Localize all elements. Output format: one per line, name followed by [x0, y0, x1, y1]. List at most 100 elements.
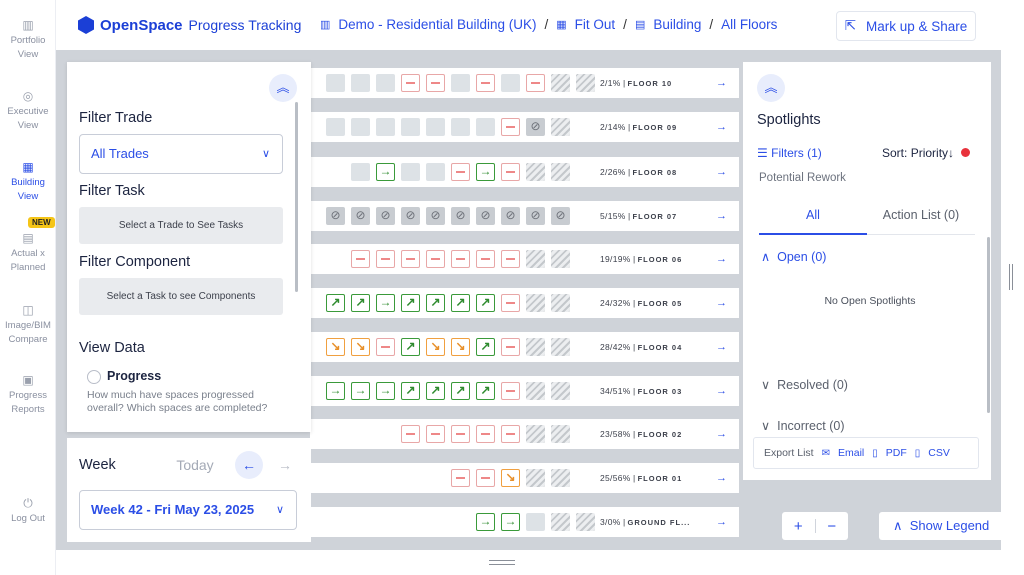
progress-cell[interactable]	[401, 207, 420, 225]
open-floor-arrow-icon[interactable]: →	[716, 201, 727, 231]
progress-cell[interactable]	[426, 250, 445, 268]
zoom-out-button[interactable]: −	[816, 518, 849, 535]
progress-cell[interactable]: ↗	[426, 294, 445, 312]
progress-cell[interactable]	[451, 74, 470, 92]
open-floor-arrow-icon[interactable]: →	[716, 463, 727, 493]
open-floor-arrow-icon[interactable]: →	[716, 157, 727, 187]
progress-cell[interactable]	[451, 207, 470, 225]
export-email-link[interactable]: Email	[838, 447, 864, 459]
progress-cell[interactable]	[501, 425, 520, 443]
floor-row[interactable]: 2/1% | FLOOR 10 →	[310, 68, 739, 98]
progress-cell[interactable]	[501, 163, 520, 181]
progress-cell[interactable]	[451, 425, 470, 443]
progress-cell[interactable]	[551, 513, 570, 531]
progress-cell[interactable]	[526, 425, 545, 443]
progress-cell[interactable]	[326, 207, 345, 225]
floor-row[interactable]: ↘ 25/56% | FLOOR 01 →	[310, 463, 739, 493]
task-select[interactable]: Select a Trade to See Tasks	[79, 207, 283, 244]
progress-cell[interactable]: →	[376, 163, 395, 181]
progress-cell[interactable]: ↘	[326, 338, 345, 356]
progress-cell[interactable]: →	[326, 382, 345, 400]
progress-cell[interactable]	[526, 469, 545, 487]
floor-row[interactable]: → → → ↗ ↗ ↗ ↗ 34/51% | FLOOR 03 →	[310, 376, 739, 406]
progress-cell[interactable]	[501, 207, 520, 225]
progress-cell[interactable]: ↗	[326, 294, 345, 312]
progress-cell[interactable]	[351, 250, 370, 268]
floor-row[interactable]: ↘ ↘ ↗ ↘ ↘ ↗ 28/42% | FLOOR 04 →	[310, 332, 739, 362]
nav-image-bim-compare[interactable]: ◫ Image/BIM Compare	[0, 303, 56, 347]
progress-cell[interactable]	[501, 250, 520, 268]
progress-cell[interactable]	[451, 469, 470, 487]
progress-cell[interactable]: ↗	[401, 294, 420, 312]
mark-up-share-button[interactable]: ⇱ Mark up & Share	[836, 11, 976, 41]
progress-cell[interactable]	[376, 338, 395, 356]
progress-cell[interactable]	[426, 74, 445, 92]
progress-cell[interactable]	[551, 207, 570, 225]
progress-cell[interactable]	[426, 163, 445, 181]
next-week-button[interactable]: →	[271, 451, 299, 479]
progress-cell[interactable]: ↗	[476, 382, 495, 400]
progress-cell[interactable]	[501, 382, 520, 400]
progress-cell[interactable]: ↗	[401, 382, 420, 400]
progress-cell[interactable]	[551, 338, 570, 356]
progress-cell[interactable]	[526, 118, 545, 136]
progress-cell[interactable]: ↗	[451, 294, 470, 312]
progress-cell[interactable]	[501, 338, 520, 356]
progress-cell[interactable]	[551, 294, 570, 312]
progress-cell[interactable]	[376, 207, 395, 225]
progress-cell[interactable]: ↗	[351, 294, 370, 312]
zoom-in-button[interactable]: +	[782, 518, 815, 535]
progress-cell[interactable]: ↗	[451, 382, 470, 400]
progress-cell[interactable]	[476, 469, 495, 487]
today-button[interactable]: Today	[169, 451, 221, 479]
horizontal-resize-handle[interactable]	[489, 560, 515, 565]
progress-cell[interactable]	[526, 163, 545, 181]
collapse-spotlights-button[interactable]: ︽	[757, 74, 785, 102]
progress-cell[interactable]	[526, 513, 545, 531]
spotlights-scrollbar[interactable]	[987, 237, 990, 413]
progress-cell[interactable]	[401, 425, 420, 443]
progress-cell[interactable]	[576, 74, 595, 92]
spotlight-filters-button[interactable]: ☰ Filters (1)	[757, 146, 822, 160]
floor-row[interactable]: 5/15% | FLOOR 07 →	[310, 201, 739, 231]
floor-row[interactable]: 2/14% | FLOOR 09 →	[310, 112, 739, 142]
progress-cell[interactable]	[476, 207, 495, 225]
progress-cell[interactable]	[326, 74, 345, 92]
nav-executive-view[interactable]: ◎ Executive View	[0, 89, 56, 133]
progress-cell[interactable]	[476, 250, 495, 268]
progress-cell[interactable]: ↘	[451, 338, 470, 356]
component-select[interactable]: Select a Task to see Components	[79, 278, 283, 315]
progress-cell[interactable]: ↗	[426, 382, 445, 400]
progress-cell[interactable]: →	[351, 382, 370, 400]
progress-cell[interactable]: →	[476, 163, 495, 181]
progress-cell[interactable]	[351, 163, 370, 181]
progress-cell[interactable]: ↗	[476, 294, 495, 312]
open-floor-arrow-icon[interactable]: →	[716, 419, 727, 449]
progress-cell[interactable]: ↘	[501, 469, 520, 487]
week-select[interactable]: Week 42 - Fri May 23, 2025 ∨	[79, 490, 297, 530]
nav-progress-reports[interactable]: ▣ Progress Reports	[0, 373, 56, 417]
progress-cell[interactable]: ↗	[401, 338, 420, 356]
progress-cell[interactable]	[451, 250, 470, 268]
progress-cell[interactable]	[401, 163, 420, 181]
progress-cell[interactable]: ↗	[476, 338, 495, 356]
progress-cell[interactable]	[551, 118, 570, 136]
progress-cell[interactable]	[476, 118, 495, 136]
nav-log-out[interactable]: ⏻ Log Out	[0, 496, 56, 526]
tab-all[interactable]: All	[759, 208, 867, 222]
breadcrumb-project[interactable]: Demo - Residential Building (UK)	[338, 17, 536, 32]
collapse-filters-button[interactable]: ︽	[269, 74, 297, 102]
progress-cell[interactable]	[451, 163, 470, 181]
progress-cell[interactable]	[526, 338, 545, 356]
progress-cell[interactable]	[551, 382, 570, 400]
progress-cell[interactable]	[551, 469, 570, 487]
progress-cell[interactable]	[376, 74, 395, 92]
floor-row[interactable]: → → 3/0% | GROUND FL... →	[310, 507, 739, 537]
progress-cell[interactable]	[526, 74, 545, 92]
open-floor-arrow-icon[interactable]: →	[716, 288, 727, 318]
progress-cell[interactable]	[351, 74, 370, 92]
incorrect-section-toggle[interactable]: ∨ Incorrect (0)	[761, 418, 845, 433]
open-floor-arrow-icon[interactable]: →	[716, 376, 727, 406]
open-section-toggle[interactable]: ∧ Open (0)	[761, 249, 826, 264]
export-csv-link[interactable]: CSV	[928, 447, 950, 459]
